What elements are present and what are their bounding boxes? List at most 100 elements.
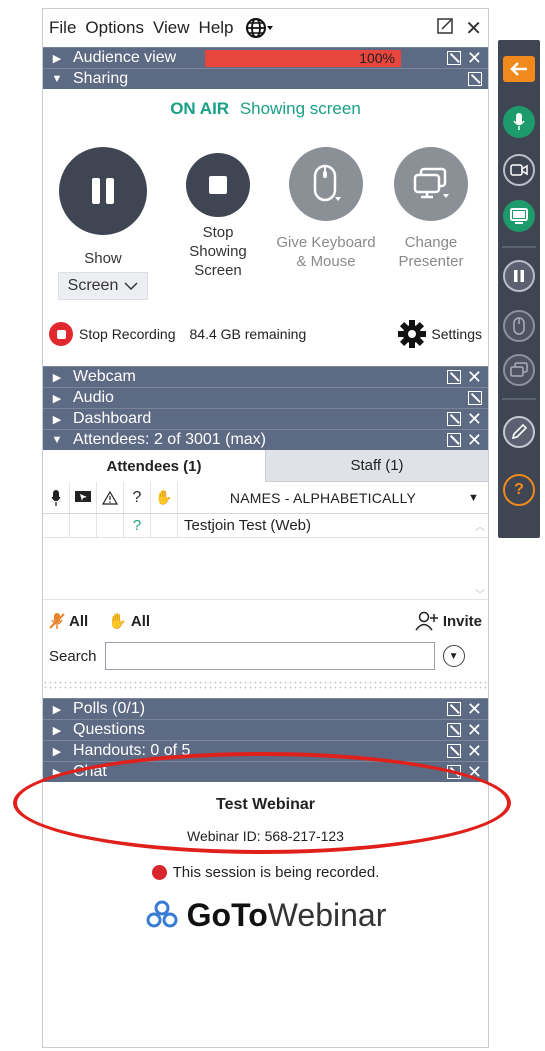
- popout-icon[interactable]: [468, 72, 482, 86]
- close-icon[interactable]: ✕: [467, 700, 482, 718]
- names-column-header[interactable]: NAMES - ALPHABETICALLY: [178, 490, 468, 506]
- storage-remaining: 84.4 GB remaining: [189, 326, 307, 342]
- collapse-arrow-icon[interactable]: ▼: [47, 434, 67, 446]
- screen-share-icon[interactable]: [503, 200, 535, 232]
- question-icon[interactable]: ?: [503, 474, 535, 506]
- collapse-arrow-icon[interactable]: ▼: [47, 73, 67, 85]
- section-handouts[interactable]: ▶ Handouts: 0 of 5 ✕: [43, 740, 488, 761]
- recording-notice: This session is being recorded.: [43, 864, 488, 881]
- close-icon[interactable]: ✕: [467, 410, 482, 428]
- stop-icon: [209, 176, 227, 194]
- scroll-up-icon[interactable]: ︿: [475, 518, 485, 533]
- gear-icon: [398, 320, 427, 348]
- mute-all-label: All: [69, 612, 89, 630]
- scrollbar[interactable]: ︿ ﹀: [472, 514, 488, 624]
- collapse-arrow-icon[interactable]: [503, 56, 535, 82]
- mute-all-button[interactable]: All: [49, 612, 88, 630]
- screen-viewer-column-icon[interactable]: [70, 482, 97, 513]
- give-keyboard-button[interactable]: [289, 147, 363, 221]
- stop-showing-label: Stop Showing Screen: [189, 224, 247, 279]
- settings-button[interactable]: Settings: [397, 319, 482, 349]
- microphone-column-icon[interactable]: [43, 482, 70, 513]
- pause-icon[interactable]: [503, 260, 535, 292]
- recording-row: Stop Recording 84.4 GB remaining Setting…: [49, 319, 482, 349]
- search-dropdown-icon[interactable]: ▼: [442, 645, 465, 667]
- section-label: Audience view: [73, 49, 177, 66]
- warning-column-icon[interactable]: [97, 482, 124, 513]
- expand-arrow-icon[interactable]: ▶: [47, 724, 67, 737]
- section-sharing[interactable]: ▼ Sharing: [43, 68, 488, 89]
- close-icon[interactable]: ✕: [467, 721, 482, 739]
- popout-icon[interactable]: [446, 412, 461, 426]
- popout-icon[interactable]: [446, 744, 461, 758]
- section-label: Polls (0/1): [73, 700, 146, 717]
- tab-attendees[interactable]: Attendees (1): [43, 450, 265, 482]
- raise-hand-column-icon[interactable]: ✋: [151, 482, 178, 513]
- popout-icon[interactable]: [446, 702, 461, 716]
- tab-staff[interactable]: Staff (1): [265, 450, 488, 482]
- show-screen-group: Show Screen: [53, 147, 153, 300]
- expand-arrow-icon[interactable]: ▶: [47, 52, 67, 65]
- popout-icon[interactable]: [468, 391, 482, 405]
- change-presenter-button[interactable]: [394, 147, 468, 221]
- expand-arrow-icon[interactable]: ▶: [47, 766, 67, 779]
- popout-icon[interactable]: [446, 723, 461, 737]
- question-status: ?: [124, 514, 151, 537]
- menu-options[interactable]: Options: [85, 18, 144, 38]
- pen-icon[interactable]: [503, 416, 535, 448]
- section-dashboard[interactable]: ▶ Dashboard ✕: [43, 408, 488, 429]
- chevron-down-icon: [124, 281, 138, 290]
- section-polls[interactable]: ▶ Polls (0/1) ✕: [43, 698, 488, 719]
- section-audio[interactable]: ▶ Audio: [43, 387, 488, 408]
- popout-icon[interactable]: [446, 765, 461, 779]
- screen-dropdown-label: Screen: [67, 277, 119, 294]
- expand-arrow-icon[interactable]: ▶: [47, 392, 67, 405]
- menu-view[interactable]: View: [153, 18, 190, 38]
- expand-arrow-icon[interactable]: ▶: [47, 703, 67, 716]
- close-icon[interactable]: ✕: [467, 49, 482, 67]
- section-chat[interactable]: ▶ Chat ✕: [43, 761, 488, 782]
- webcam-icon[interactable]: [503, 154, 535, 186]
- control-panel: File Options View Help ✕ ▶ Audience view…: [42, 8, 489, 1048]
- presenter-icon[interactable]: [503, 354, 535, 386]
- gotowebinar-logo: GoToWebinar: [43, 897, 488, 934]
- expand-arrow-icon[interactable]: ▶: [47, 745, 67, 758]
- hand-icon: ✋: [108, 613, 127, 630]
- section-audience-view[interactable]: ▶ Audience view 100% ✕: [43, 47, 488, 68]
- question-column-icon[interactable]: ?: [124, 482, 151, 513]
- popout-icon[interactable]: [446, 51, 461, 65]
- add-person-icon: [415, 611, 438, 631]
- mouse-icon[interactable]: [503, 310, 535, 342]
- popout-icon[interactable]: [446, 370, 461, 384]
- popout-icon[interactable]: [437, 17, 453, 40]
- stop-recording-icon[interactable]: [49, 322, 73, 346]
- popout-icon[interactable]: [446, 433, 461, 447]
- lower-hands-all-button[interactable]: ✋ All: [108, 612, 150, 631]
- close-icon[interactable]: ✕: [467, 431, 482, 449]
- scroll-down-icon[interactable]: ﹀: [475, 586, 485, 601]
- close-icon[interactable]: ✕: [467, 742, 482, 760]
- microphone-icon[interactable]: [503, 106, 535, 138]
- section-attendees[interactable]: ▼ Attendees: 2 of 3001 (max) ✕: [43, 429, 488, 450]
- expand-arrow-icon[interactable]: ▶: [47, 371, 67, 384]
- attendee-table-header: ? ✋ NAMES - ALPHABETICALLY ▼: [43, 482, 488, 514]
- section-questions[interactable]: ▶ Questions ✕: [43, 719, 488, 740]
- stop-showing-button[interactable]: [186, 153, 250, 217]
- settings-label: Settings: [431, 326, 482, 342]
- section-webcam[interactable]: ▶ Webcam ✕: [43, 366, 488, 387]
- language-globe-icon[interactable]: [245, 17, 273, 39]
- close-icon[interactable]: ✕: [467, 763, 482, 781]
- close-icon[interactable]: ✕: [467, 368, 482, 386]
- stop-recording-button[interactable]: Stop Recording: [79, 326, 176, 342]
- search-input[interactable]: [104, 642, 435, 670]
- menu-file[interactable]: File: [49, 18, 76, 38]
- screen-dropdown[interactable]: Screen: [58, 272, 148, 300]
- sort-arrow-icon[interactable]: ▼: [468, 492, 488, 504]
- expand-arrow-icon[interactable]: ▶: [47, 413, 67, 426]
- pause-button[interactable]: [59, 147, 147, 235]
- close-icon[interactable]: ✕: [465, 16, 482, 41]
- section-label: Handouts: 0 of 5: [73, 742, 191, 759]
- table-row[interactable]: ? Testjoin Test (Web): [43, 514, 488, 538]
- menu-help[interactable]: Help: [199, 18, 234, 38]
- resize-handle[interactable]: [43, 680, 488, 690]
